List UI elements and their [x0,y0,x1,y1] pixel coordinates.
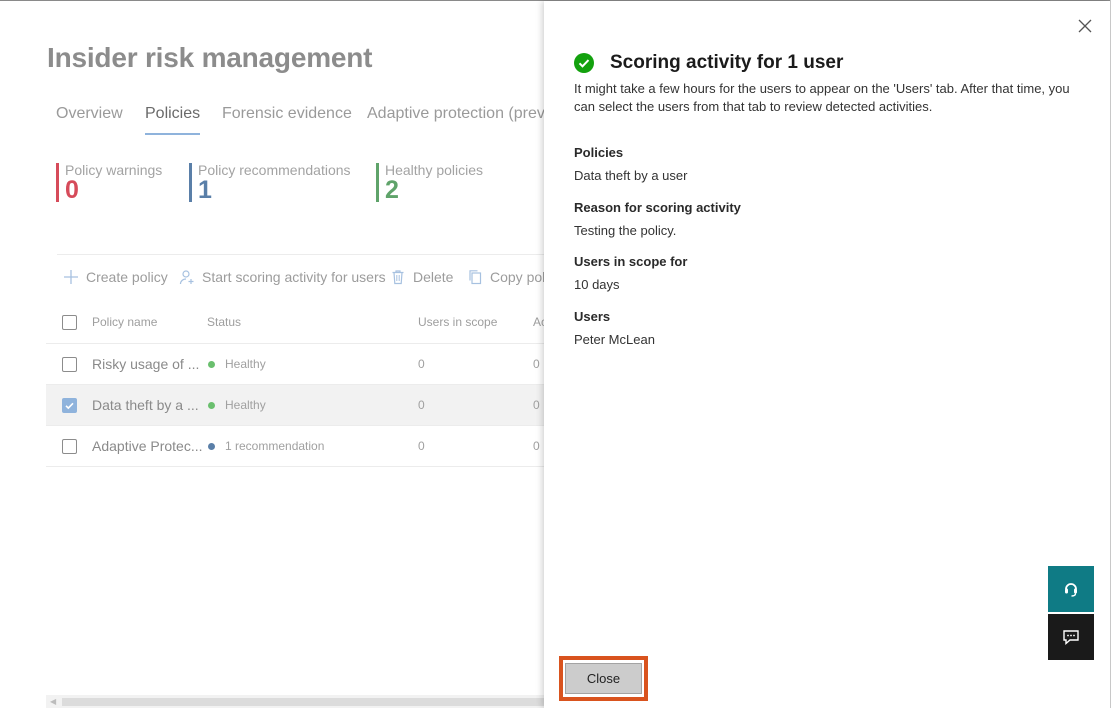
row-checkbox[interactable] [62,439,77,454]
activity-value: 0 [533,398,540,412]
users-in-scope-value: 0 [418,398,425,412]
tab-overview[interactable]: Overview [56,105,123,123]
tab-policies[interactable]: Policies [145,105,201,135]
plus-icon [62,268,80,286]
policy-status: 1 recommendation [208,439,324,453]
headset-icon [1065,583,1077,597]
field-users: Users Peter McLean [574,308,655,349]
stat-bar [189,163,192,202]
status-text: Healthy [225,357,266,371]
field-value: Testing the policy. [574,223,677,238]
create-policy-label: Create policy [86,269,168,285]
stat-label: Policy warnings [65,162,163,178]
status-dot-icon [208,360,215,368]
scrollbar-thumb[interactable] [62,698,544,706]
policy-status: Healthy [208,398,266,412]
stat-label: Healthy policies [385,162,484,178]
check-circle-icon [574,53,594,73]
copy-policy-button[interactable]: Copy pol [466,265,545,289]
status-dot-icon [208,401,215,409]
close-button-highlight: Close [559,656,648,701]
column-header-status[interactable]: Status [207,315,241,329]
field-label: Users in scope for [574,254,688,269]
page-title: Insider risk management [47,42,373,73]
feedback-icon [1063,630,1079,646]
policy-name[interactable]: Risky usage of ... [92,356,199,372]
table-row[interactable]: Adaptive Protec... 1 recommendation 0 0 [46,426,544,467]
field-policies: Policies Data theft by a user [574,144,687,185]
panel-header: Scoring activity for 1 user [574,49,843,77]
field-value: Peter McLean [574,332,655,347]
delete-button[interactable]: Delete [389,265,453,289]
table-header: Policy name Status Users in scope Ac [46,301,547,344]
field-users-in-scope-for: Users in scope for 10 days [574,253,687,294]
panel-title: Scoring activity for 1 user [610,52,844,73]
scroll-left-icon[interactable]: ◀ [50,697,56,706]
field-label: Users [574,309,611,324]
start-scoring-button[interactable]: Start scoring activity for users [178,265,386,289]
stat-bar [56,163,59,202]
stat-value: 0 [65,176,79,204]
stat-value: 2 [385,176,399,204]
scoring-activity-panel: Scoring activity for 1 user It might tak… [544,1,1110,708]
horizontal-scrollbar[interactable]: ◀ [46,695,544,708]
feedback-button[interactable] [1048,614,1094,660]
tab-adaptive-protection[interactable]: Adaptive protection (previ [367,105,548,123]
field-reason: Reason for scoring activity Testing the … [574,199,741,240]
table-row[interactable]: Risky usage of ... Healthy 0 0 [46,344,544,385]
select-all-checkbox[interactable] [62,315,77,330]
copy-icon [466,268,484,286]
create-policy-button[interactable]: Create policy [62,265,168,289]
close-icon[interactable] [1074,15,1096,37]
stat-healthy-policies[interactable]: Healthy policies 2 [376,161,483,203]
field-label: Reason for scoring activity [574,200,741,215]
field-label: Policies [574,145,624,160]
column-header-users-in-scope[interactable]: Users in scope [418,315,497,329]
activity-value: 0 [533,439,540,453]
stat-policy-warnings[interactable]: Policy warnings 0 [56,161,162,203]
users-in-scope-value: 0 [418,439,425,453]
field-value: Data theft by a user [574,168,688,183]
stat-label: Policy recommendations [198,162,351,178]
field-value: 10 days [574,277,620,292]
panel-description: It might take a few hours for the users … [574,81,1070,114]
stat-value: 1 [198,176,212,204]
row-checkbox[interactable] [62,398,77,413]
divider [57,254,544,255]
users-in-scope-value: 0 [418,357,425,371]
policies-table: Policy name Status Users in scope Ac Ris… [46,301,547,467]
activity-value: 0 [533,357,540,371]
policy-name[interactable]: Data theft by a ... [92,397,199,413]
status-dot-icon [208,442,215,450]
add-user-icon [178,268,196,286]
tab-forensic-evidence[interactable]: Forensic evidence [222,105,352,123]
checkmark-icon [65,402,74,410]
status-text: 1 recommendation [225,439,325,453]
column-header-policy-name[interactable]: Policy name [92,315,157,329]
close-button[interactable]: Close [565,663,642,694]
status-text: Healthy [225,398,266,412]
policy-name[interactable]: Adaptive Protec... [92,438,203,454]
row-checkbox[interactable] [62,357,77,372]
copy-policy-label: Copy pol [490,269,546,285]
policy-status: Healthy [208,357,266,371]
table-row[interactable]: Data theft by a ... Healthy 0 0 [46,385,544,426]
stat-policy-recommendations[interactable]: Policy recommendations 1 [189,161,351,203]
help-button[interactable] [1048,566,1094,612]
stat-bar [376,163,379,202]
delete-label: Delete [413,269,454,285]
trash-icon [389,268,407,286]
start-scoring-label: Start scoring activity for users [202,269,386,285]
